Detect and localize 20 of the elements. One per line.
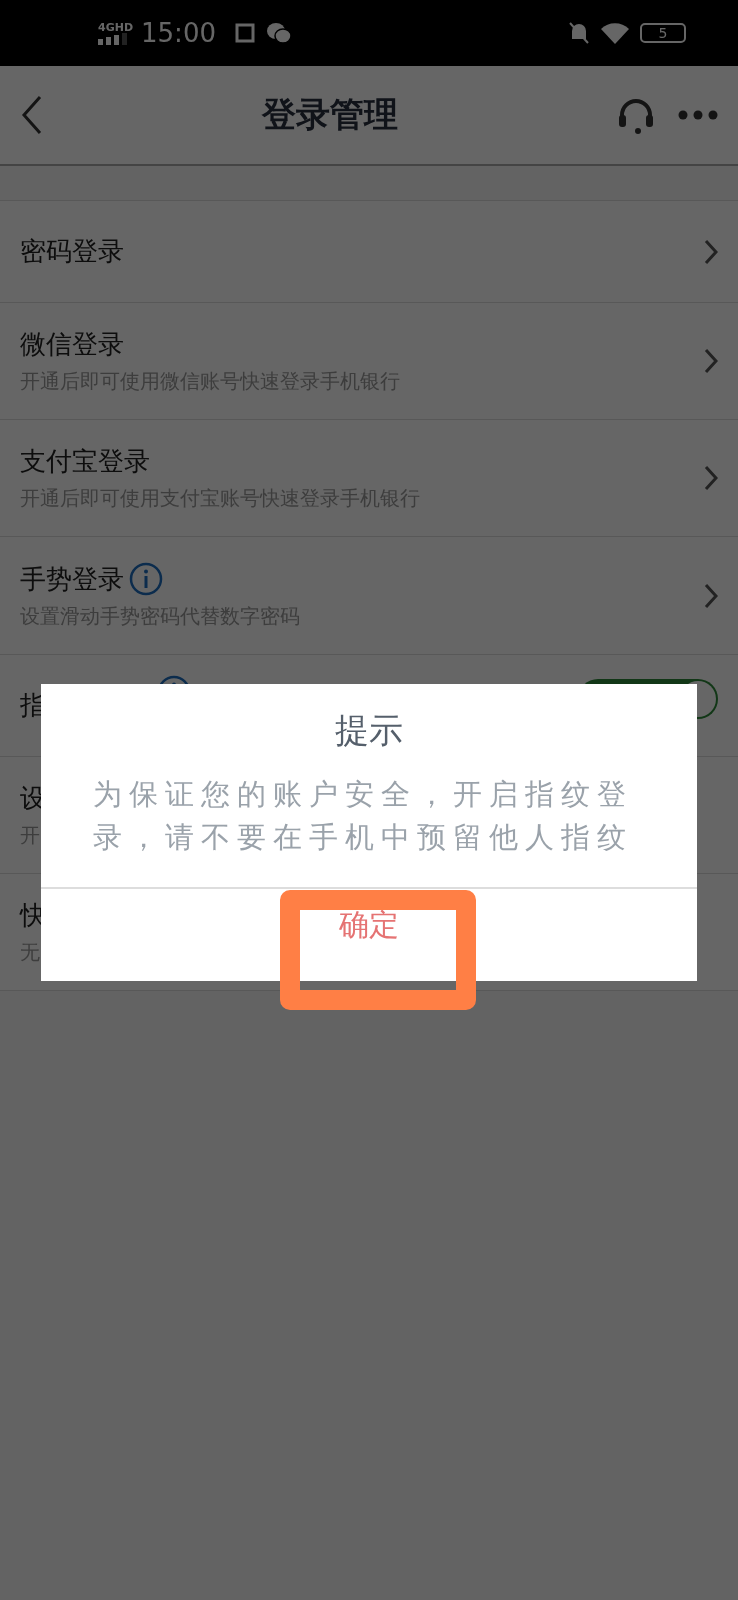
battery-icon: 5 <box>640 23 686 43</box>
info-icon[interactable] <box>128 561 164 597</box>
chevron-right-icon <box>704 238 718 265</box>
wifi-icon <box>600 21 630 45</box>
mute-bell-icon <box>568 21 590 45</box>
more-icon[interactable] <box>678 109 718 121</box>
row-title: 微信登录 <box>20 328 124 361</box>
back-icon[interactable] <box>20 95 44 135</box>
dialog-message: 为保证您的账户安全，开启指纹登录，请不要在手机中预留他人指纹 <box>92 775 634 857</box>
crop-icon <box>233 22 256 44</box>
page-title: 登录管理 <box>260 93 399 136</box>
row-title: 密码登录 <box>20 235 124 268</box>
row-title: 支付宝登录 <box>20 445 150 478</box>
chevron-right-icon <box>704 348 718 374</box>
row-title: 手势登录 <box>20 562 124 596</box>
clock: 15:00 <box>141 18 216 48</box>
dialog-title: 提示 <box>335 710 403 751</box>
chevron-right-icon <box>704 465 718 491</box>
chat-icon <box>265 21 292 45</box>
chevron-right-icon <box>704 582 718 609</box>
